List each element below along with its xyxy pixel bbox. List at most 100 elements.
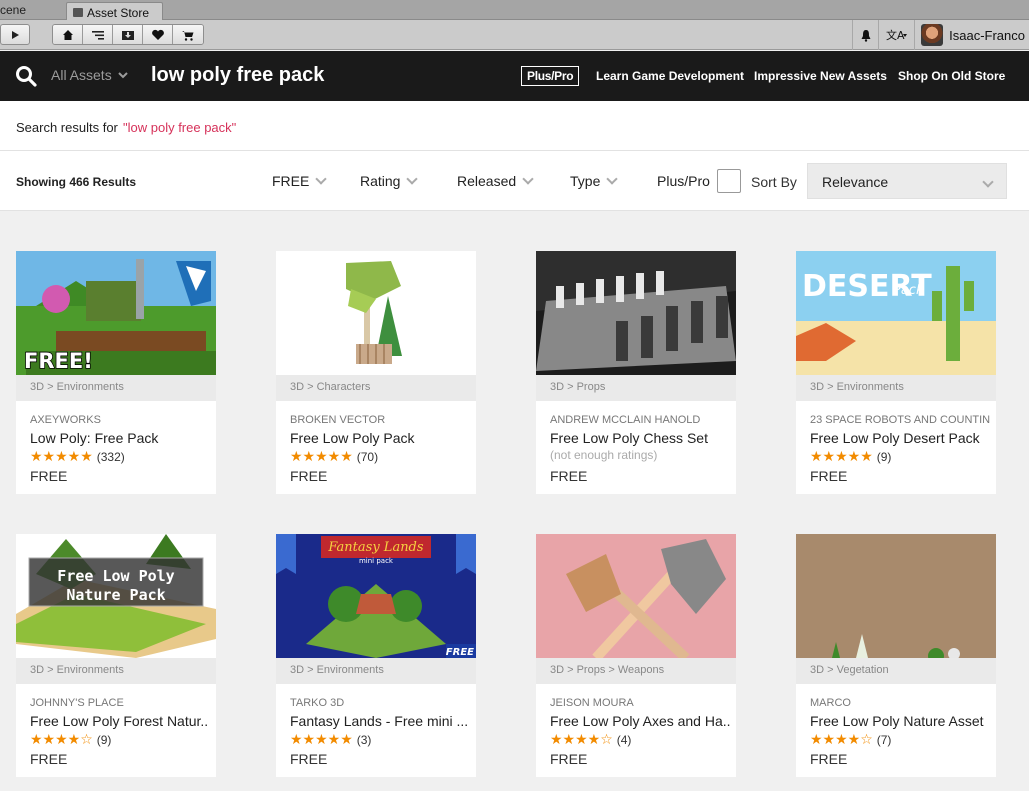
asset-category[interactable]: 3D > Environments xyxy=(796,375,996,401)
star-rating-icon: ★★★★☆ xyxy=(30,731,93,747)
filter-released[interactable]: Released xyxy=(457,172,534,189)
store-nav-group xyxy=(52,24,204,45)
plus-pro-checkbox[interactable] xyxy=(717,169,741,193)
asset-title[interactable]: Low Poly: Free Pack xyxy=(30,430,210,446)
asset-card[interactable]: 3D > Props > Weapons JEISON MOURA Free L… xyxy=(536,534,736,777)
language-button[interactable]: 文A xyxy=(878,20,914,50)
asset-category[interactable]: 3D > Environments xyxy=(16,658,216,684)
low-poly-tree-thumbnail xyxy=(276,251,476,375)
filter-plus-pro-label: Plus/Pro xyxy=(657,173,710,189)
asset-price: FREE xyxy=(30,751,68,767)
filter-free[interactable]: FREE xyxy=(272,172,328,189)
avatar xyxy=(921,24,944,46)
asset-thumbnail[interactable]: DESERT Pack xyxy=(796,251,996,375)
asset-category[interactable]: 3D > Vegetation xyxy=(796,658,996,684)
tab-asset-store[interactable]: Asset Store xyxy=(66,2,163,21)
results-label: Search results for xyxy=(16,120,118,135)
cart-icon xyxy=(182,30,194,41)
filter-rating-label: Rating xyxy=(360,173,401,189)
tab-scene[interactable]: cene xyxy=(0,3,26,17)
cart-button[interactable] xyxy=(173,25,203,44)
asset-card[interactable]: Free Low Poly Nature Pack 3D > Environme… xyxy=(16,534,216,777)
filter-released-label: Released xyxy=(457,173,517,189)
impressive-new-assets-link[interactable]: Impressive New Assets xyxy=(754,69,887,83)
asset-category[interactable]: 3D > Props > Weapons xyxy=(536,658,736,684)
asset-publisher[interactable]: BROKEN VECTOR xyxy=(290,414,470,426)
search-query[interactable]: low poly free pack xyxy=(151,64,324,87)
asset-card[interactable]: 3D > Characters BROKEN VECTOR Free Low P… xyxy=(276,251,476,494)
asset-title[interactable]: Free Low Poly Pack xyxy=(290,430,470,446)
asset-card[interactable]: DESERT Pack 3D > Environments 23 SPACE R… xyxy=(796,251,996,494)
notifications-button[interactable] xyxy=(852,20,878,50)
asset-category[interactable]: 3D > Props xyxy=(536,375,736,401)
asset-publisher[interactable]: AXEYWORKS xyxy=(30,414,210,426)
asset-price: FREE xyxy=(810,468,848,484)
sort-select[interactable]: Relevance xyxy=(807,163,1007,199)
asset-card[interactable]: FREE! 3D > Environments AXEYWORKS Low Po… xyxy=(16,251,216,494)
downloads-button[interactable] xyxy=(113,25,143,44)
forward-button[interactable] xyxy=(0,24,30,45)
asset-thumbnail[interactable] xyxy=(536,251,736,375)
asset-thumbnail[interactable] xyxy=(796,534,996,658)
asset-rating: ★★★★★ (9) xyxy=(810,448,891,465)
asset-card[interactable]: Fantasy Lands mini pack FREE 3D > Enviro… xyxy=(276,534,476,777)
asset-store-icon xyxy=(73,7,83,17)
asset-title[interactable]: Free Low Poly Axes and Ha.. xyxy=(550,713,730,729)
star-rating-icon: ★★★★★ xyxy=(290,731,353,747)
asset-price: FREE xyxy=(290,468,328,484)
home-button[interactable] xyxy=(53,25,83,44)
asset-card[interactable]: 3D > Props ANDREW MCCLAIN HANOLD Free Lo… xyxy=(536,251,736,494)
toolbar-right: 文A Isaac-Franco xyxy=(852,20,1029,50)
asset-card[interactable]: 3D > Vegetation MARCO Free Low Poly Natu… xyxy=(796,534,996,777)
asset-thumbnail[interactable] xyxy=(276,251,476,375)
asset-title[interactable]: Fantasy Lands - Free mini ... xyxy=(290,713,470,729)
asset-title[interactable]: Free Low Poly Nature Asset xyxy=(810,713,990,729)
shop-old-store-link[interactable]: Shop On Old Store xyxy=(898,69,1005,83)
asset-thumbnail[interactable] xyxy=(536,534,736,658)
asset-title[interactable]: Free Low Poly Chess Set xyxy=(550,430,730,446)
search-icon[interactable] xyxy=(15,65,37,87)
asset-store-toolbar: 文A Isaac-Franco xyxy=(0,20,1029,50)
bell-icon xyxy=(861,29,871,42)
asset-title[interactable]: Free Low Poly Forest Natur.. xyxy=(30,713,210,729)
asset-publisher[interactable]: JEISON MOURA xyxy=(550,697,730,709)
asset-rating: ★★★★☆ (7) xyxy=(810,731,891,748)
asset-title[interactable]: Free Low Poly Desert Pack xyxy=(810,430,990,446)
asset-thumbnail[interactable]: Fantasy Lands mini pack FREE xyxy=(276,534,476,658)
sort-by-label: Sort By xyxy=(751,174,797,190)
filter-rating[interactable]: Rating xyxy=(360,172,419,189)
asset-rating: ★★★★★ (70) xyxy=(290,448,378,465)
list-button[interactable] xyxy=(83,25,113,44)
user-menu[interactable]: Isaac-Franco xyxy=(914,20,1029,50)
thumbnail-title: Free Low Poly xyxy=(57,567,174,585)
play-arrow-icon xyxy=(12,30,19,39)
store-header: All Assets low poly free pack Plus/Pro L… xyxy=(0,51,1029,101)
filter-type[interactable]: Type xyxy=(570,172,619,189)
asset-publisher[interactable]: JOHNNY'S PLACE xyxy=(30,697,210,709)
rating-count: (not enough ratings) xyxy=(550,448,658,462)
filter-free-label: FREE xyxy=(272,173,310,189)
wishlist-button[interactable] xyxy=(143,25,173,44)
asset-thumbnail[interactable]: FREE! xyxy=(16,251,216,375)
asset-price: FREE xyxy=(30,468,68,484)
asset-thumbnail[interactable]: Free Low Poly Nature Pack xyxy=(16,534,216,658)
rating-count: (332) xyxy=(96,449,125,464)
asset-price: FREE xyxy=(810,751,848,767)
asset-publisher[interactable]: 23 SPACE ROBOTS AND COUNTIN.. xyxy=(810,414,990,426)
asset-publisher[interactable]: ANDREW MCCLAIN HANOLD xyxy=(550,414,730,426)
category-dropdown[interactable]: All Assets xyxy=(51,67,128,83)
asset-publisher[interactable]: TARKO 3D xyxy=(290,697,470,709)
thumbnail-badge: FREE xyxy=(446,647,474,658)
asset-category[interactable]: 3D > Environments xyxy=(16,375,216,401)
asset-category[interactable]: 3D > Characters xyxy=(276,375,476,401)
asset-publisher[interactable]: MARCO xyxy=(810,697,990,709)
chevron-down-icon xyxy=(982,176,994,188)
plus-pro-link[interactable]: Plus/Pro xyxy=(521,66,580,86)
chevron-down-icon xyxy=(522,172,534,185)
heart-icon xyxy=(151,29,164,40)
star-rating-icon: ★★★★★ xyxy=(290,448,353,464)
asset-rating: ★★★★★ (332) xyxy=(30,448,125,465)
asset-category[interactable]: 3D > Environments xyxy=(276,658,476,684)
asset-price: FREE xyxy=(550,751,588,767)
learn-game-development-link[interactable]: Learn Game Development xyxy=(596,69,744,83)
